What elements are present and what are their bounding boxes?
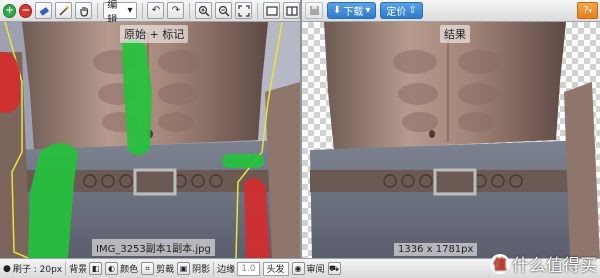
color-button[interactable]: ◐ 颜色	[105, 262, 138, 275]
pricing-label: 定价	[386, 7, 407, 18]
background-button[interactable]: 背景 ◧	[69, 262, 103, 275]
hand-icon	[80, 6, 88, 17]
download-button[interactable]: ⬇ 下载 ▾	[327, 2, 377, 19]
eraser-button[interactable]	[35, 2, 53, 19]
zoom-out-button[interactable]	[215, 2, 233, 19]
right-toolbar: ⬇ 下载 ▾ 定价 ⇪ ? ▾	[302, 0, 600, 22]
color-label: 颜色	[120, 265, 139, 275]
cart-button[interactable]: ⛟	[327, 262, 341, 275]
floppy-icon	[309, 6, 319, 15]
hair-label: 头发	[262, 261, 289, 276]
single-view-icon	[265, 5, 278, 16]
shadow-label: 阴影	[192, 265, 211, 275]
brush-dot-icon: ●	[3, 263, 11, 274]
eraser-icon	[39, 6, 49, 16]
download-label: 下载	[343, 7, 364, 18]
chevron-down-icon: ▾	[588, 6, 592, 15]
pricing-button[interactable]: 定价 ⇪	[380, 2, 423, 19]
eye-icon: ◉	[291, 262, 305, 275]
magic-wand-button[interactable]	[55, 2, 73, 19]
undo-icon: ↶	[151, 4, 161, 16]
toolbar-separator	[257, 2, 259, 19]
review-button[interactable]: ◉ 审阅	[291, 262, 325, 275]
background-label: 背景	[69, 265, 88, 275]
split-view-icon	[285, 5, 298, 16]
split-view-button[interactable]	[283, 2, 300, 19]
download-icon: ⬇	[333, 5, 342, 16]
shadow-button[interactable]: ▣ 阴影	[177, 262, 210, 275]
hair-button[interactable]: 头发	[262, 261, 289, 276]
result-pane[interactable]: 结果 1336 x 1781px	[302, 22, 600, 258]
crop-button[interactable]: ⌗ 剪裁	[141, 262, 174, 275]
result-photo	[310, 22, 600, 258]
edge-label: 边缘	[217, 265, 236, 275]
wand-icon	[59, 5, 69, 16]
review-label: 审阅	[306, 265, 325, 275]
single-view-button[interactable]	[263, 2, 281, 19]
result-dimensions: 1336 x 1781px	[394, 243, 478, 256]
watermark-badge: 值	[490, 253, 510, 274]
zoom-in-icon	[198, 5, 210, 17]
result-pane-label: 结果	[440, 25, 470, 43]
left-toolbar: + − 编辑 ▾ ↶ ↷	[0, 0, 300, 26]
shadow-icon: ▣	[177, 262, 191, 275]
original-pane-label: 原始 + 标记	[120, 25, 189, 43]
toolbar-separator	[97, 2, 99, 19]
toolbar-separator	[213, 261, 215, 276]
redo-icon: ↷	[171, 4, 181, 16]
edge-value-field[interactable]: 1.0	[237, 261, 260, 276]
add-mark-button[interactable]: +	[3, 3, 17, 18]
watermark-text: 什么值得买	[512, 256, 597, 276]
fit-screen-button[interactable]	[235, 2, 253, 19]
chevron-down-icon: ▾	[365, 5, 371, 16]
redo-button[interactable]: ↷	[167, 2, 185, 19]
background-swatch-icon: ◧	[89, 262, 103, 275]
original-pane[interactable]: 原始 + 标记 IMG_3253副本1副本.jpg	[0, 22, 300, 258]
share-icon: ⇪	[408, 5, 417, 16]
crop-icon: ⌗	[141, 262, 155, 275]
brush-size-control[interactable]: ● 刷子 : 20px	[3, 262, 63, 276]
original-filename: IMG_3253副本1副本.jpg	[92, 239, 215, 256]
pan-button[interactable]	[75, 2, 93, 19]
brush-size-label: 刷子 : 20px	[12, 265, 63, 275]
crop-label: 剪裁	[156, 265, 175, 275]
site-watermark: 值 什么值得买	[490, 251, 597, 276]
chevron-down-icon: ▾	[127, 5, 133, 16]
save-button[interactable]	[305, 2, 323, 19]
zoom-out-icon	[218, 5, 230, 17]
cart-icon: ⛟	[327, 262, 341, 275]
original-photo	[0, 22, 300, 258]
plus-icon: +	[5, 4, 14, 16]
fit-icon	[238, 4, 250, 17]
toolbar-separator	[141, 2, 143, 19]
palette-icon: ◐	[105, 262, 119, 275]
toolbar-separator	[189, 2, 191, 19]
minus-icon: −	[21, 4, 31, 16]
help-button[interactable]: ? ▾	[577, 2, 598, 19]
edge-control[interactable]: 边缘 1.0	[217, 261, 260, 276]
zoom-in-button[interactable]	[195, 2, 213, 19]
toolbar-separator	[65, 261, 67, 276]
undo-button[interactable]: ↶	[147, 2, 165, 19]
edit-mode-select[interactable]: 编辑 ▾	[103, 0, 137, 26]
remove-mark-button[interactable]: −	[19, 3, 33, 18]
